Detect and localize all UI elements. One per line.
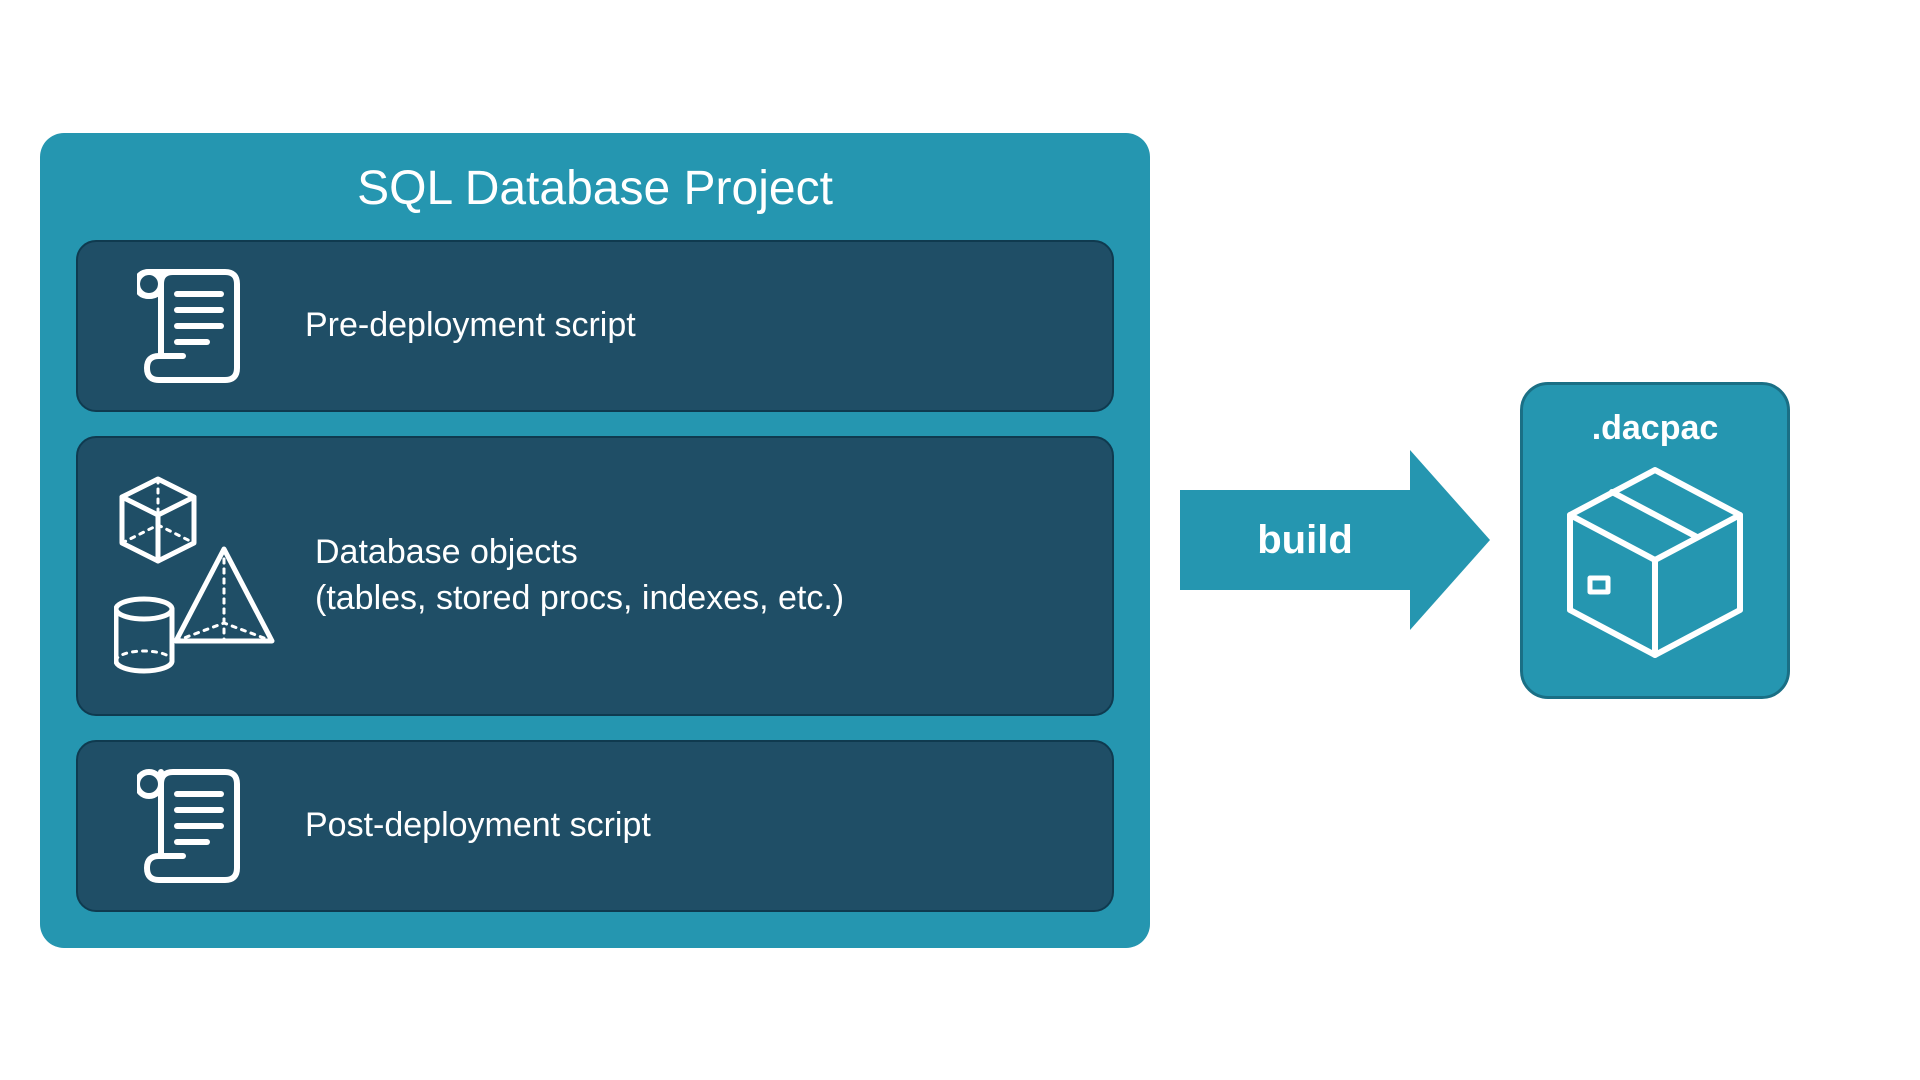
pre-deployment-label: Pre-deployment script xyxy=(305,303,636,349)
sql-project-diagram: SQL Database Project Pre-deplo xyxy=(40,133,1880,948)
database-objects-section: Database objects (tables, stored procs, … xyxy=(76,436,1114,716)
build-arrow: build xyxy=(1180,490,1490,590)
objects-line2: (tables, stored procs, indexes, etc.) xyxy=(315,576,844,622)
dacpac-output: .dacpac xyxy=(1520,382,1790,699)
pre-deployment-section: Pre-deployment script xyxy=(76,240,1114,412)
project-container: SQL Database Project Pre-deplo xyxy=(40,133,1150,948)
shapes-icon xyxy=(114,471,279,681)
database-objects-label: Database objects (tables, stored procs, … xyxy=(315,530,844,622)
arrow-head-icon xyxy=(1410,450,1490,630)
dacpac-label: .dacpac xyxy=(1555,409,1755,448)
post-deployment-label: Post-deployment script xyxy=(305,803,651,849)
script-icon xyxy=(114,266,269,386)
objects-line1: Database objects xyxy=(315,530,844,576)
package-icon xyxy=(1560,460,1750,660)
project-title: SQL Database Project xyxy=(76,161,1114,216)
arrow-label: build xyxy=(1180,490,1410,590)
post-deployment-section: Post-deployment script xyxy=(76,740,1114,912)
script-icon xyxy=(114,766,269,886)
